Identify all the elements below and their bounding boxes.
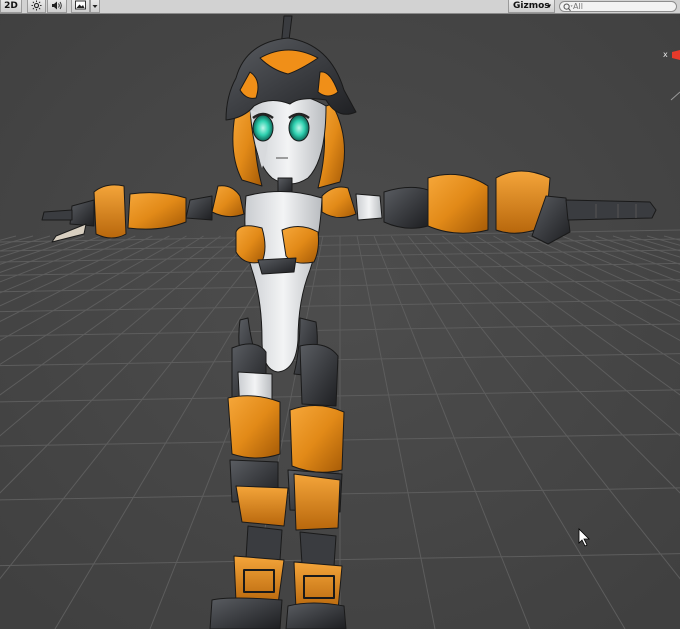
left-knee-armor (227, 395, 281, 459)
right-elbow (383, 186, 429, 229)
scene-audio-button[interactable] (47, 0, 67, 13)
caret-down-icon: ▾ (547, 2, 551, 10)
gizmo-x-label: x (663, 50, 668, 59)
search-input[interactable] (573, 2, 671, 11)
right-shin-armor (293, 473, 341, 531)
2d-mode-button[interactable]: 2D (0, 0, 22, 13)
left-boot (233, 555, 285, 605)
unity-scene-window: 2D Gizmos ▾ All x (0, 0, 680, 629)
sun-icon (31, 0, 42, 11)
speaker-icon (52, 1, 62, 10)
gizmos-label: Gizmos (513, 1, 550, 11)
effects-dropdown-button[interactable] (90, 0, 100, 13)
caret-down-icon (92, 5, 98, 8)
search-icon (563, 3, 573, 12)
right-ankle (299, 531, 337, 567)
left-gauntlet (93, 184, 127, 239)
left-foot (209, 597, 283, 629)
chest-band (257, 257, 297, 275)
image-icon (75, 0, 86, 10)
right-knee-armor (289, 405, 345, 473)
left-forearm-armor (127, 192, 187, 230)
left-shin-armor (235, 485, 289, 527)
chest-plate-right (281, 226, 319, 264)
scene-viewport[interactable]: x (0, 14, 680, 629)
left-ankle (245, 525, 283, 561)
right-forearm-armor (427, 173, 489, 234)
right-foot (285, 602, 347, 629)
right-upper-arm (355, 193, 383, 221)
scene-search-field[interactable] (559, 1, 677, 12)
gizmos-dropdown-button[interactable]: Gizmos ▾ (508, 0, 555, 13)
left-eye (252, 114, 274, 142)
scene-effects-button[interactable] (71, 0, 90, 13)
left-upper-arm-joint (185, 195, 213, 221)
left-fingers (41, 209, 73, 221)
chest-plate-left (235, 225, 266, 264)
right-eye (288, 114, 310, 142)
scene-toolbar: 2D Gizmos ▾ All (0, 0, 680, 14)
scene-canvas[interactable] (0, 14, 680, 629)
scene-lighting-button[interactable] (27, 0, 46, 13)
right-fingers (565, 199, 657, 221)
right-hip-joint (299, 343, 339, 407)
